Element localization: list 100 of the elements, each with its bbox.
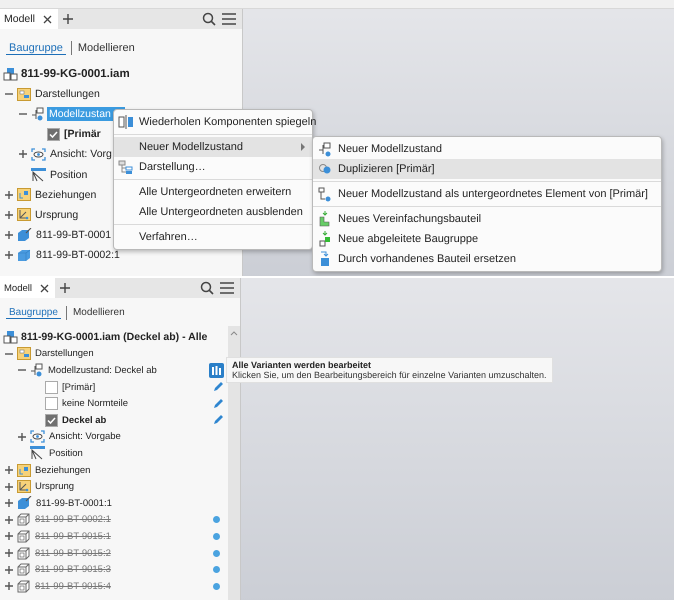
mode-tab[interactable]: Baugruppe (6, 42, 66, 54)
mode-tab[interactable]: Modellieren (70, 307, 128, 319)
checkbox[interactable] (45, 380, 58, 394)
tree-item[interactable]: Ansicht: Vorg (48, 147, 114, 162)
tree-item[interactable]: Ansicht: Vorgabe (47, 430, 123, 444)
search-icon[interactable] (200, 281, 214, 295)
expand-icon[interactable] (4, 482, 14, 492)
menu-icon[interactable] (222, 13, 236, 25)
variants-icon[interactable] (209, 362, 224, 378)
menu-item[interactable]: Verfahren… (114, 227, 312, 247)
menu-item[interactable]: Neuer Modellzustand als untergeordnetes Element von [Primär] (313, 184, 661, 204)
expand-icon[interactable] (4, 564, 14, 575)
status-dot (213, 566, 220, 574)
child-state-icon (318, 186, 332, 202)
wireframe-part-icon (17, 530, 31, 543)
tree-item[interactable]: Ursprung (33, 208, 80, 222)
tree-item[interactable]: 811-99-BT-0001 (34, 228, 114, 242)
submenu-arrow-icon (300, 143, 306, 151)
expand-icon[interactable] (4, 230, 14, 240)
expand-icon[interactable] (4, 465, 14, 476)
close-icon[interactable] (40, 284, 49, 292)
menu-item[interactable]: Alle Untergeordneten ausblenden (114, 202, 312, 222)
pinned-part-icon (17, 496, 32, 510)
status-dot (213, 550, 220, 557)
tree-item[interactable]: Beziehungen (33, 464, 92, 477)
expand-icon[interactable] (4, 190, 14, 200)
origin-icon (17, 480, 31, 494)
derived-assembly-icon (319, 231, 331, 247)
assembly-icon (3, 330, 18, 344)
tree-root-item[interactable]: 811-99-KG-0001.iam (21, 68, 130, 80)
tree-item[interactable]: 811-99-BT-0002:1 (34, 248, 122, 262)
mode-tab[interactable]: Modellieren (74, 42, 138, 54)
tree-item[interactable]: Darstellungen (33, 347, 96, 360)
tree-item[interactable]: Darstellungen (33, 87, 102, 102)
tree-item[interactable]: 811-99-BT-9015:2 (33, 546, 113, 560)
checkbox[interactable] (47, 128, 60, 141)
position-icon (31, 168, 46, 182)
tree-item[interactable]: 811-99-BT-9015:3 (33, 563, 113, 576)
eye-icon (31, 148, 46, 161)
tree-item[interactable]: Modellzustand: Deckel ab (46, 364, 159, 377)
pencil-icon[interactable] (212, 414, 224, 426)
tree-item[interactable]: 811-99-BT-9015:1 (33, 530, 113, 543)
expand-icon[interactable] (4, 514, 14, 525)
tree-item[interactable]: [Primär] (60, 380, 98, 394)
mode-tab[interactable]: Baugruppe (6, 307, 61, 319)
menu-item[interactable]: Durch vorhandenes Bauteil ersetzen (313, 249, 661, 269)
menu-item[interactable]: Duplizieren [Primär] (313, 159, 661, 179)
checkbox[interactable] (45, 397, 58, 410)
expand-icon[interactable] (4, 250, 14, 260)
search-icon[interactable] (202, 12, 216, 26)
tree-root-item[interactable]: 811-99-KG-0001.iam (Deckel ab) - Alle (21, 331, 208, 344)
expand-icon[interactable] (18, 149, 28, 160)
expand-icon[interactable] (4, 581, 14, 592)
status-dot (213, 582, 220, 590)
plus-icon[interactable] (62, 14, 73, 24)
expand-icon[interactable] (4, 531, 14, 542)
tree-item[interactable]: keine Normteile (60, 397, 130, 410)
tree-item[interactable]: Position (47, 446, 85, 460)
tree-item[interactable]: Deckel ab (60, 414, 108, 427)
menu-item[interactable]: Alle Untergeordneten erweitern (114, 182, 312, 202)
menu-icon[interactable] (220, 282, 234, 294)
plus-icon[interactable] (60, 283, 70, 293)
folder-icon (17, 88, 31, 101)
close-icon[interactable] (42, 14, 52, 24)
tree-item[interactable]: [Primär (62, 127, 103, 142)
status-dot (213, 532, 220, 540)
relationships-icon (17, 188, 31, 202)
menu-item[interactable]: Neuer Modellzustand (313, 139, 661, 159)
checkbox[interactable] (45, 414, 58, 427)
wireframe-part-icon (17, 580, 31, 593)
tree-item[interactable]: 811-99-BT-0001:1 (34, 496, 114, 510)
duplicate-icon (318, 163, 332, 175)
pencil-icon[interactable] (212, 381, 224, 394)
eye-icon (30, 430, 45, 444)
assembly-icon (3, 67, 18, 82)
status-dot (213, 516, 220, 524)
tree-item[interactable]: Position (48, 168, 90, 182)
expand-icon[interactable] (4, 498, 14, 508)
expand-icon[interactable] (4, 210, 14, 220)
model-state-icon (318, 142, 332, 156)
tree-item[interactable]: Beziehungen (33, 188, 98, 202)
expand-icon[interactable] (17, 432, 27, 442)
wireframe-part-icon (17, 546, 31, 560)
tooltip-text: Klicken Sie, um den Bearbeitungsbereich für einzelne Varianten umzuschalten. (232, 370, 547, 380)
menu-item[interactable]: Darstellung… (114, 157, 312, 177)
expand-icon[interactable] (4, 548, 14, 558)
replace-part-icon (319, 251, 331, 267)
scroll-up-icon[interactable] (230, 330, 238, 336)
tree-item[interactable]: 811-99-BT-0002:1 (33, 513, 113, 526)
tree-item[interactable]: 811-99-BT-9015:4 (33, 580, 113, 593)
tree-structure-icon (118, 160, 134, 174)
part-icon (17, 248, 32, 262)
wireframe-part-icon (17, 563, 31, 576)
pencil-icon[interactable] (212, 398, 224, 410)
model-state-icon (30, 363, 44, 378)
tree-item[interactable]: Ursprung (33, 480, 76, 494)
menu-item[interactable]: Neuer Modellzustand (114, 137, 312, 157)
menu-item[interactable]: Neues Vereinfachungsbauteil (313, 209, 661, 229)
menu-item[interactable]: Neue abgeleitete Baugruppe (313, 229, 661, 249)
relationships-icon (17, 464, 31, 477)
